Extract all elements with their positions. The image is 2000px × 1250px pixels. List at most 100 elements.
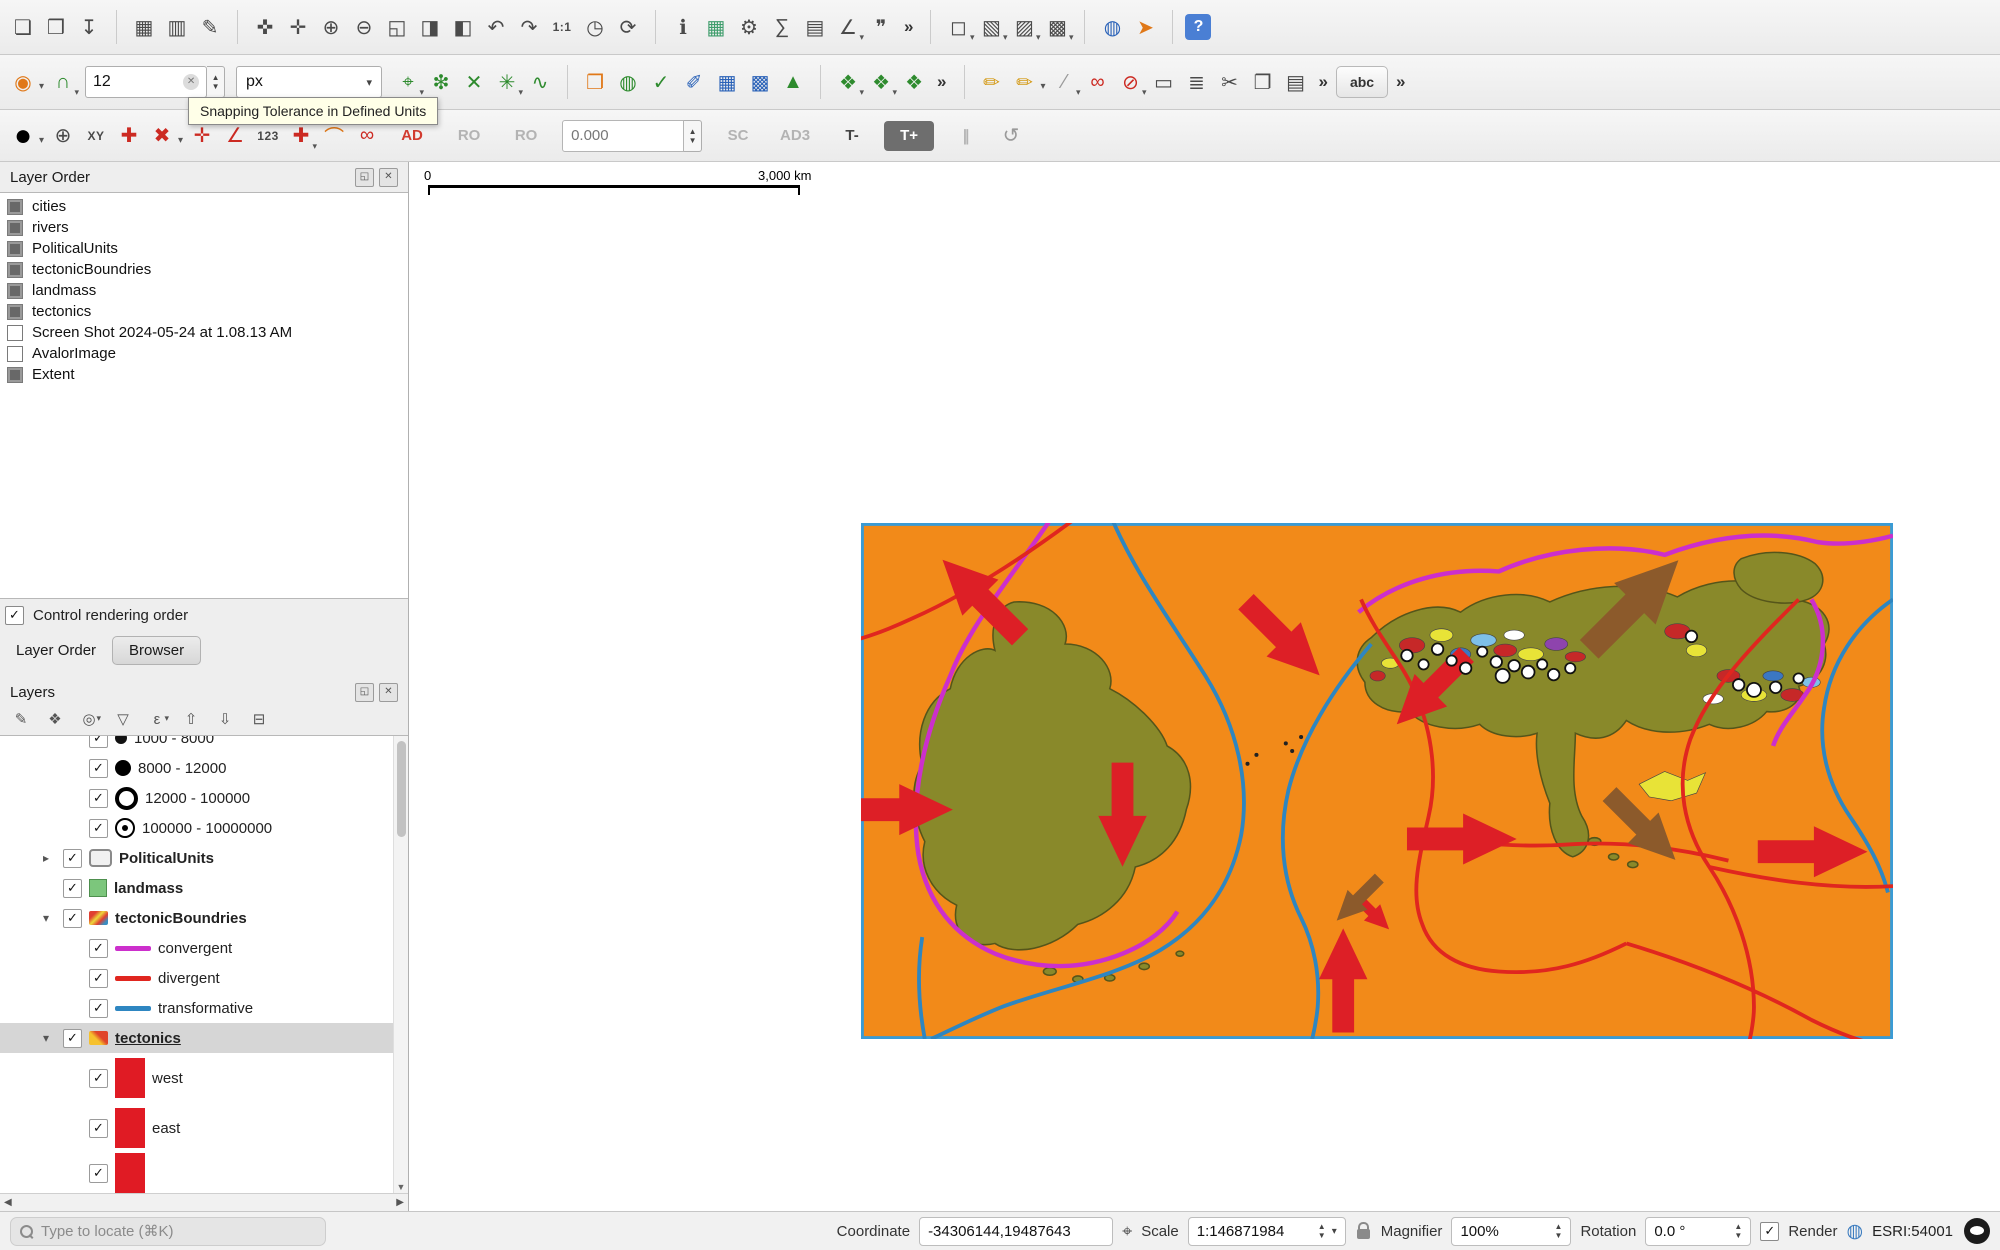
expander-icon[interactable]: ▾ xyxy=(36,1031,56,1045)
layer-tree-item-12000-100000[interactable]: ✓12000 - 100000 xyxy=(0,783,408,813)
layer-checkbox[interactable] xyxy=(7,241,23,257)
layer-label[interactable]: divergent xyxy=(158,970,220,987)
layer-label[interactable]: west xyxy=(152,1070,183,1087)
split-features-icon[interactable]: ⊘▾ xyxy=(1116,64,1146,100)
expander-icon[interactable]: ▾ xyxy=(36,911,56,925)
scale-stepper[interactable]: ▲▼ xyxy=(1318,1222,1326,1240)
identify-features-icon[interactable]: ℹ xyxy=(668,9,698,45)
open-project-icon[interactable]: ❒ xyxy=(41,9,71,45)
zoom-to-layer-icon[interactable]: ◧ xyxy=(448,9,478,45)
layer-checkbox[interactable] xyxy=(7,346,23,362)
expander-icon[interactable]: ▸ xyxy=(36,851,56,865)
pan-to-selection-icon[interactable]: ✛ xyxy=(283,9,313,45)
processing-toolbox-icon[interactable]: ⚙ xyxy=(734,9,764,45)
cad-button-ad3[interactable]: AD3 xyxy=(770,121,820,151)
dropdown-caret-icon[interactable]: ▾ xyxy=(860,87,865,98)
layer-label[interactable]: tectonics xyxy=(115,1030,181,1047)
symbol-color-icon[interactable]: ● xyxy=(8,118,38,154)
locate-search-input[interactable]: Type to locate (⌘K) xyxy=(10,1217,326,1246)
layer-tree-item-100000-10000000[interactable]: ✓100000 - 10000000 xyxy=(0,813,408,843)
layer-checkbox[interactable] xyxy=(7,304,23,320)
dropdown-caret-icon[interactable]: ▾ xyxy=(859,32,864,43)
tab-browser[interactable]: Browser xyxy=(112,636,201,665)
web-icon[interactable]: ◍ xyxy=(1097,9,1127,45)
layer-checkbox[interactable] xyxy=(7,325,23,341)
dropdown-caret-icon[interactable]: ▾ xyxy=(313,141,318,152)
dropdown-caret-icon[interactable]: ▾ xyxy=(1076,87,1081,98)
globe-layer-icon[interactable]: ◍ xyxy=(613,64,643,100)
dropdown-caret-icon[interactable]: ▾ xyxy=(75,87,80,98)
xy-tool-icon[interactable]: XY xyxy=(81,118,111,154)
reshape-features-icon[interactable]: ∞ xyxy=(1083,64,1113,100)
new-project-icon[interactable]: ❏ xyxy=(8,9,38,45)
avoid-intersections-icon[interactable]: ✕ xyxy=(459,64,489,100)
dropdown-caret-icon[interactable]: ▾ xyxy=(164,707,169,729)
layer-visibility-checkbox[interactable]: ✓ xyxy=(63,1029,82,1048)
mesh-icon[interactable]: ▲ xyxy=(778,64,808,100)
dropdown-caret-icon[interactable]: ▾ xyxy=(1036,32,1041,43)
undo-icon[interactable]: ↺ xyxy=(996,118,1026,154)
offset-spinbox[interactable]: 0.000 ▲▼ xyxy=(562,120,702,152)
select-features-icon[interactable]: ◻▾ xyxy=(943,9,973,45)
toggle-editing-icon[interactable]: ✏ xyxy=(977,64,1007,100)
scroll-left-icon[interactable]: ◀ xyxy=(4,1197,12,1208)
toolbar-overflow-icon[interactable]: » xyxy=(1391,72,1410,92)
tab-layer-order[interactable]: Layer Order xyxy=(16,642,96,659)
filter-legend-icon[interactable]: ▽ xyxy=(112,709,134,731)
layer-checkbox[interactable] xyxy=(7,220,23,236)
offset-stepper[interactable]: ▲▼ xyxy=(684,120,702,152)
layer-tree-item-politicalunits[interactable]: ▸✓PoliticalUnits xyxy=(0,843,408,873)
layer-order-item-tectonicboundries[interactable]: tectonicBoundries xyxy=(0,259,408,280)
lock-scale-icon[interactable] xyxy=(1357,1229,1370,1239)
move-feature-icon[interactable]: ❖▾ xyxy=(833,64,863,100)
copy-style-icon[interactable]: ❐ xyxy=(580,64,610,100)
layer-visibility-checkbox[interactable]: ✓ xyxy=(89,1069,108,1088)
layer-order-item-cities[interactable]: cities xyxy=(0,196,408,217)
clear-icon[interactable]: ✕ xyxy=(183,74,199,90)
snapping-tolerance-input[interactable]: 12 ✕ xyxy=(85,66,207,98)
current-edits-icon[interactable]: ◉ xyxy=(8,64,38,100)
help-icon[interactable]: ? xyxy=(1185,14,1211,40)
abc-label-button[interactable]: abc xyxy=(1336,66,1388,98)
dropdown-caret-icon[interactable]: ▾ xyxy=(1069,32,1074,43)
snapping-toggle-icon[interactable]: ∩▾ xyxy=(48,64,78,100)
render-checkbox[interactable]: ✓ xyxy=(1760,1222,1779,1241)
topological-editing-icon[interactable]: ❇ xyxy=(426,64,456,100)
crs-crosshair-icon[interactable]: ⊕ xyxy=(48,118,78,154)
map-tips-icon[interactable]: ❞ xyxy=(866,9,896,45)
layer-checkbox[interactable] xyxy=(7,367,23,383)
dropdown-caret-icon[interactable]: ▾ xyxy=(96,707,101,729)
layer-visibility-checkbox[interactable]: ✓ xyxy=(89,759,108,778)
cad-button-ad[interactable]: AD xyxy=(387,121,437,151)
layer-tree-item-1000-8000[interactable]: ✓1000 - 8000 xyxy=(0,736,408,753)
vertical-scrollbar[interactable]: ▼ xyxy=(393,736,408,1193)
layer-visibility-checkbox[interactable]: ✓ xyxy=(89,969,108,988)
manage-map-themes-icon[interactable]: ◎▾ xyxy=(78,709,100,731)
snapping-units-select[interactable]: px ▾ xyxy=(236,66,382,98)
layer-tree-item-divergent[interactable]: ✓ divergent xyxy=(0,963,408,993)
toolbar-overflow-icon[interactable]: » xyxy=(1314,72,1333,92)
grid-icon[interactable]: ▦ xyxy=(712,64,742,100)
plugin-icon[interactable]: ➤ xyxy=(1130,9,1160,45)
scrollbar-thumb[interactable] xyxy=(397,741,406,837)
deselect-features-icon[interactable]: ▨▾ xyxy=(1009,9,1039,45)
zoom-next-icon[interactable]: ↷ xyxy=(514,9,544,45)
layer-tree-item-tectonicboundries[interactable]: ▾✓tectonicBoundries xyxy=(0,903,408,933)
dropdown-caret-icon[interactable]: ▾ xyxy=(39,135,44,146)
layer-checkbox[interactable] xyxy=(7,262,23,278)
remove-layer-icon[interactable]: ⊟ xyxy=(248,709,270,731)
rotation-stepper[interactable]: ▲▼ xyxy=(1734,1222,1742,1240)
save-edits-icon[interactable]: ✏ xyxy=(1010,64,1040,100)
coordinate-input[interactable]: -34306144,19487643 xyxy=(919,1217,1113,1246)
new-print-layout-icon[interactable]: ▦ xyxy=(129,9,159,45)
extent-toggle-icon[interactable]: ⌖ xyxy=(1122,1221,1132,1242)
refresh-icon[interactable]: ⟳ xyxy=(613,9,643,45)
vertex-delete-icon[interactable]: ✖ xyxy=(147,118,177,154)
snapping-mode-icon[interactable]: ⌖▾ xyxy=(393,64,423,100)
layer-label[interactable]: 8000 - 12000 xyxy=(138,760,226,777)
cut-features-icon[interactable]: ✂ xyxy=(1215,64,1245,100)
crs-globe-icon[interactable]: ◍ xyxy=(1847,1220,1864,1243)
expand-all-icon[interactable]: ⇧ xyxy=(180,709,202,731)
layer-checkbox[interactable] xyxy=(7,199,23,215)
dropdown-caret-icon[interactable]: ▾ xyxy=(1003,32,1008,43)
